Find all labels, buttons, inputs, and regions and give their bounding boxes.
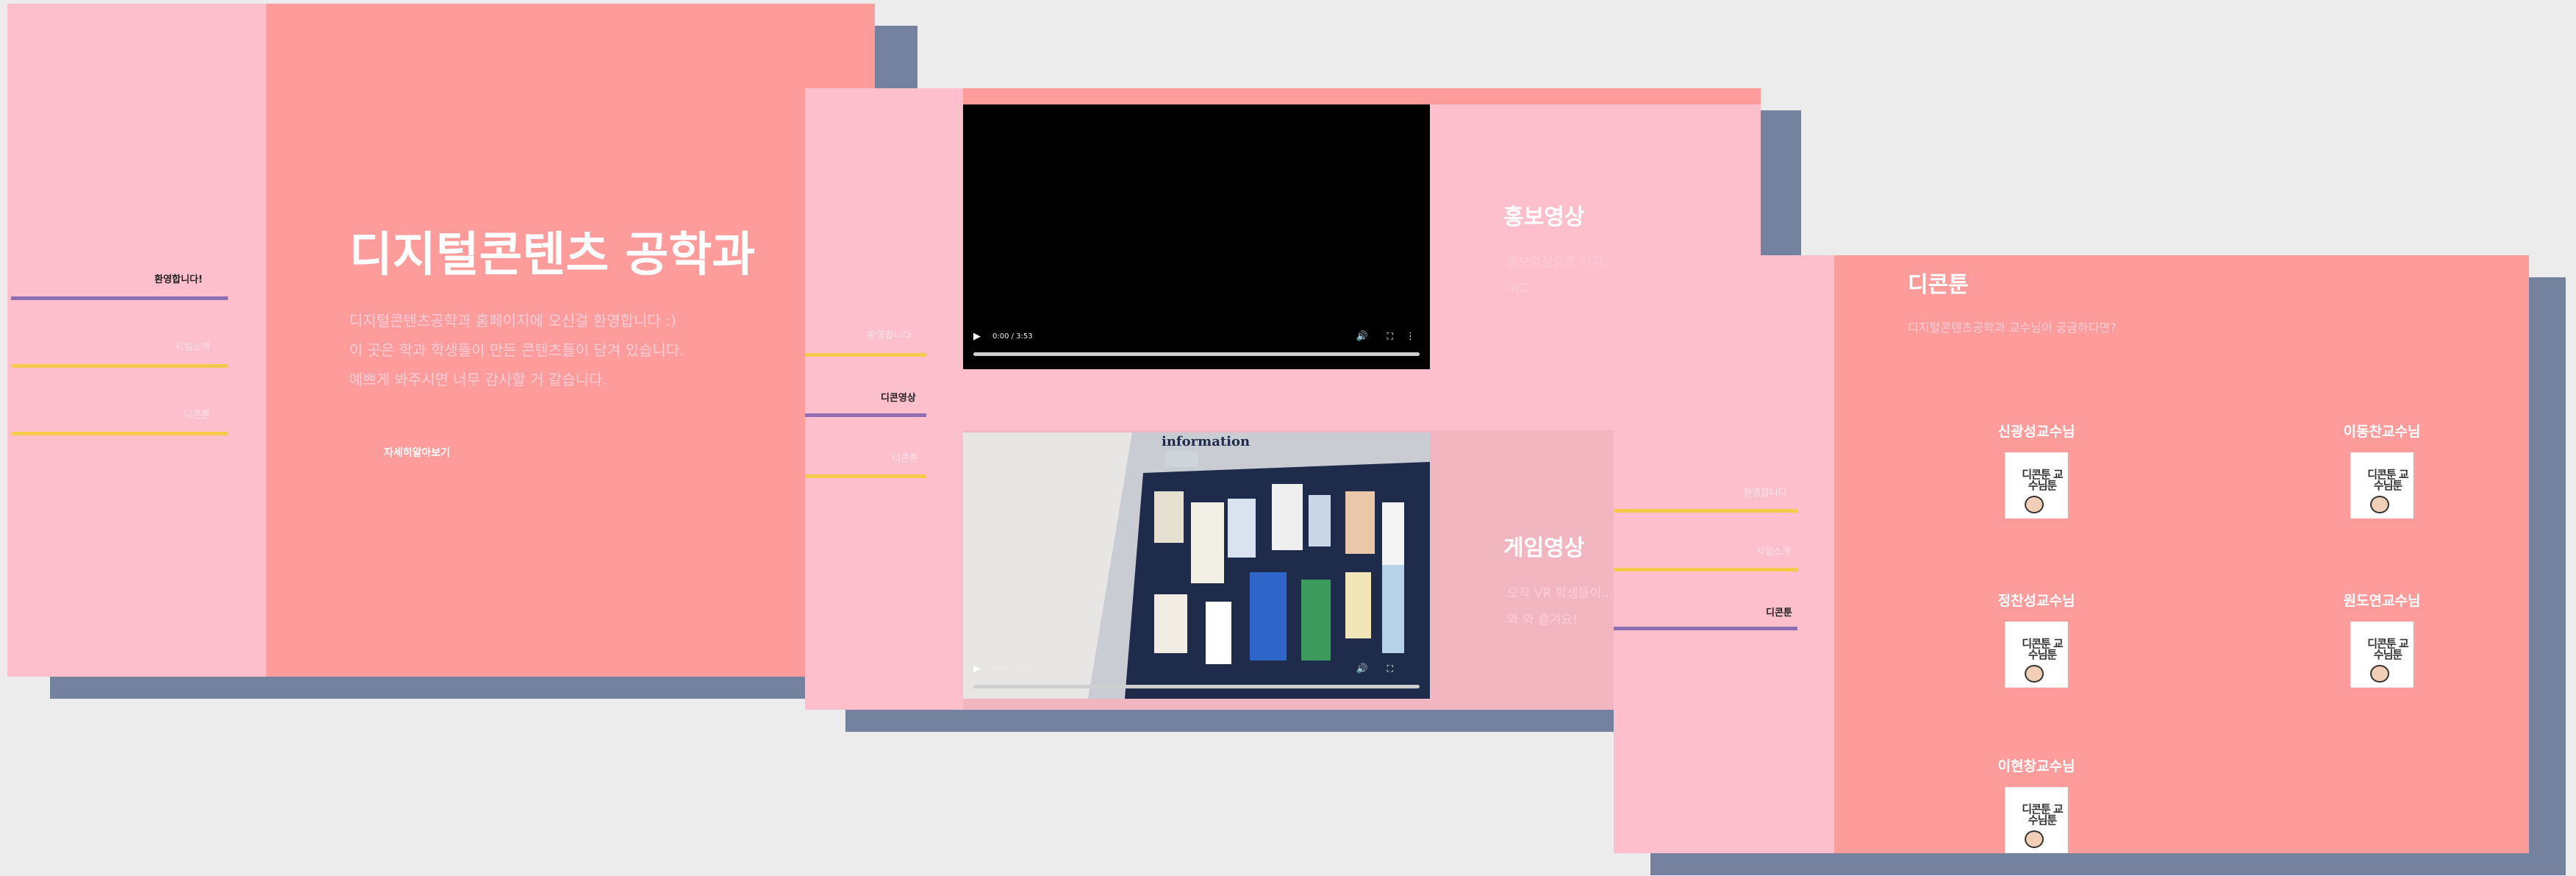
- professor-card[interactable]: 신광성교수님 디콘툰 교수님툰: [1963, 421, 2110, 519]
- professor-card[interactable]: 정찬성교수님 디콘툰 교수님툰: [1963, 590, 2110, 688]
- professor-card[interactable]: 이동찬교수님 디콘툰 교수님툰: [2308, 421, 2455, 519]
- nav-underline: [805, 474, 926, 478]
- thumbnail-text: 디콘툰 교수님툰: [2367, 468, 2408, 492]
- face-icon: [2025, 496, 2044, 513]
- professor-thumbnail: 디콘툰 교수님툰: [2350, 452, 2414, 519]
- nav-item-facilities[interactable]: 시설소개: [175, 339, 210, 353]
- nav-underline: [805, 353, 926, 357]
- video-time: 0:00 / 2:01: [992, 665, 1033, 673]
- professor-thumbnail: 디콘툰 교수님툰: [2005, 787, 2068, 853]
- professor-name: 이현창교수님: [1997, 758, 2075, 774]
- sidebar: 환영합니다! 시설소개 디콘툰: [7, 4, 266, 677]
- sidebar: 환영합니다 시설소개 디콘툰: [1614, 255, 1834, 853]
- progress-bar[interactable]: [973, 685, 1420, 688]
- professor-thumbnail: 디콘툰 교수님툰: [2005, 622, 2068, 688]
- professor-thumbnail: 디콘툰 교수님툰: [2350, 622, 2414, 688]
- more-options-icon[interactable]: ⋮: [1406, 331, 1415, 342]
- game-video-player[interactable]: information ▶ 0:00 / 2:01 🔊 ⛶: [963, 432, 1430, 699]
- page-subtitle: 디지털콘텐츠공학과 교수님이 궁금하다면?: [1908, 321, 2117, 335]
- video-controls: ▶ 0:00 / 2:01 🔊 ⛶: [973, 660, 1420, 696]
- face-icon: [2370, 665, 2389, 683]
- professor-name: 원도연교수님: [2343, 593, 2421, 609]
- professor-card[interactable]: 원도연교수님 디콘툰 교수님툰: [2308, 590, 2455, 688]
- nav-item-dicontoon[interactable]: 디콘툰: [892, 450, 918, 464]
- nav-item-dicontoon[interactable]: 디콘툰: [184, 407, 210, 421]
- thumbnail-text: 디콘툰 교수님툰: [2367, 637, 2408, 661]
- promo-desc: 이고: [1507, 282, 1531, 296]
- professor-name: 이동찬교수님: [2343, 424, 2421, 440]
- face-icon: [2025, 665, 2044, 683]
- nav-item-welcome[interactable]: 환영합니다!: [154, 271, 203, 285]
- professor-name: 신광성교수님: [1997, 424, 2075, 440]
- nav-underline: [11, 296, 228, 300]
- professor-thumbnail: 디콘툰 교수님툰: [2005, 452, 2068, 519]
- professor-card[interactable]: 이현창교수님 디콘툰 교수님툰: [1963, 755, 2110, 853]
- top-strip: [963, 88, 1761, 104]
- nav-underline: [1614, 568, 1797, 571]
- video-time: 0:00 / 3:53: [992, 332, 1033, 341]
- main-panel: 디콘툰 디지털콘텐츠공학과 교수님이 궁금하다면? 신광성교수님 디콘툰 교수님…: [1834, 255, 2529, 853]
- professor-name: 정찬성교수님: [1997, 593, 2075, 609]
- intro-line: 이 곳은 학과 학생들이 만든 콘텐츠들이 담겨 있습니다.: [349, 341, 684, 359]
- play-icon[interactable]: ▶: [973, 331, 981, 342]
- thumbnail-text: 디콘툰 교수님툰: [2022, 802, 2063, 827]
- face-icon: [2370, 496, 2389, 513]
- slide-welcome: 환영합니다! 시설소개 디콘툰 디지털콘텐츠 공학과 디지털콘텐츠공학과 홈페이…: [7, 4, 917, 699]
- nav-item-welcome[interactable]: 환영합니다: [867, 327, 912, 341]
- volume-icon[interactable]: 🔊: [1356, 331, 1368, 342]
- promo-desc: 홍보영상으로 디지...: [1507, 255, 1615, 270]
- nav-item-facilities[interactable]: 시설소개: [1756, 544, 1791, 558]
- nav-underline: [805, 413, 926, 417]
- more-link[interactable]: 자세히알아보기: [384, 445, 450, 460]
- page-title: 디지털콘텐츠 공학과: [349, 228, 756, 282]
- volume-icon[interactable]: 🔊: [1356, 663, 1368, 674]
- sidebar: 환영합니다 디콘영상 디콘툰: [805, 88, 963, 710]
- page-title: 디콘툰: [1908, 272, 1969, 298]
- fullscreen-icon[interactable]: ⛶: [1387, 331, 1393, 342]
- nav-item-welcome[interactable]: 환영합니다: [1743, 485, 1787, 499]
- fullscreen-icon[interactable]: ⛶: [1387, 663, 1393, 674]
- slide-dicontoon: 환영합니다 시설소개 디콘툰 디콘툰 디지털콘텐츠공학과 교수님이 궁금하다면?…: [1614, 255, 2566, 875]
- promo-title: 홍보영상: [1503, 204, 1585, 230]
- nav-item-dicontoon[interactable]: 디콘툰: [1766, 605, 1792, 619]
- game-title: 게임영상: [1503, 535, 1585, 561]
- main-panel: 디지털콘텐츠 공학과 디지털콘텐츠공학과 홈페이지에 오신걸 환영합니다 :) …: [266, 4, 875, 677]
- thumbnail-text: 디콘툰 교수님툰: [2022, 468, 2063, 492]
- progress-bar[interactable]: [973, 352, 1420, 356]
- thumbnail-text: 디콘툰 교수님툰: [2022, 637, 2063, 661]
- video-frame-image: [963, 432, 1430, 699]
- intro-line: 디지털콘텐츠공학과 홈페이지에 오신걸 환영합니다 :): [349, 312, 676, 330]
- play-icon[interactable]: ▶: [973, 663, 981, 674]
- video-controls: ▶ 0:00 / 3:53 🔊 ⛶ ⋮: [973, 328, 1420, 363]
- intro-line: 예쁘게 봐주시면 너무 감사할 거 같습니다.: [349, 371, 607, 388]
- nav-underline: [1614, 627, 1797, 630]
- game-desc: 오직 VR 학생들이...: [1507, 586, 1614, 601]
- face-icon: [2025, 830, 2044, 848]
- poster-sign: information: [1162, 434, 1251, 449]
- game-desc: 와 와 즐겨요!: [1507, 613, 1578, 627]
- promo-video-player[interactable]: ▶ 0:00 / 3:53 🔊 ⛶ ⋮: [963, 104, 1430, 369]
- nav-underline: [11, 364, 228, 368]
- nav-underline: [1614, 509, 1797, 513]
- nav-item-dicon-video[interactable]: 디콘영상: [881, 390, 916, 404]
- nav-underline: [11, 432, 228, 435]
